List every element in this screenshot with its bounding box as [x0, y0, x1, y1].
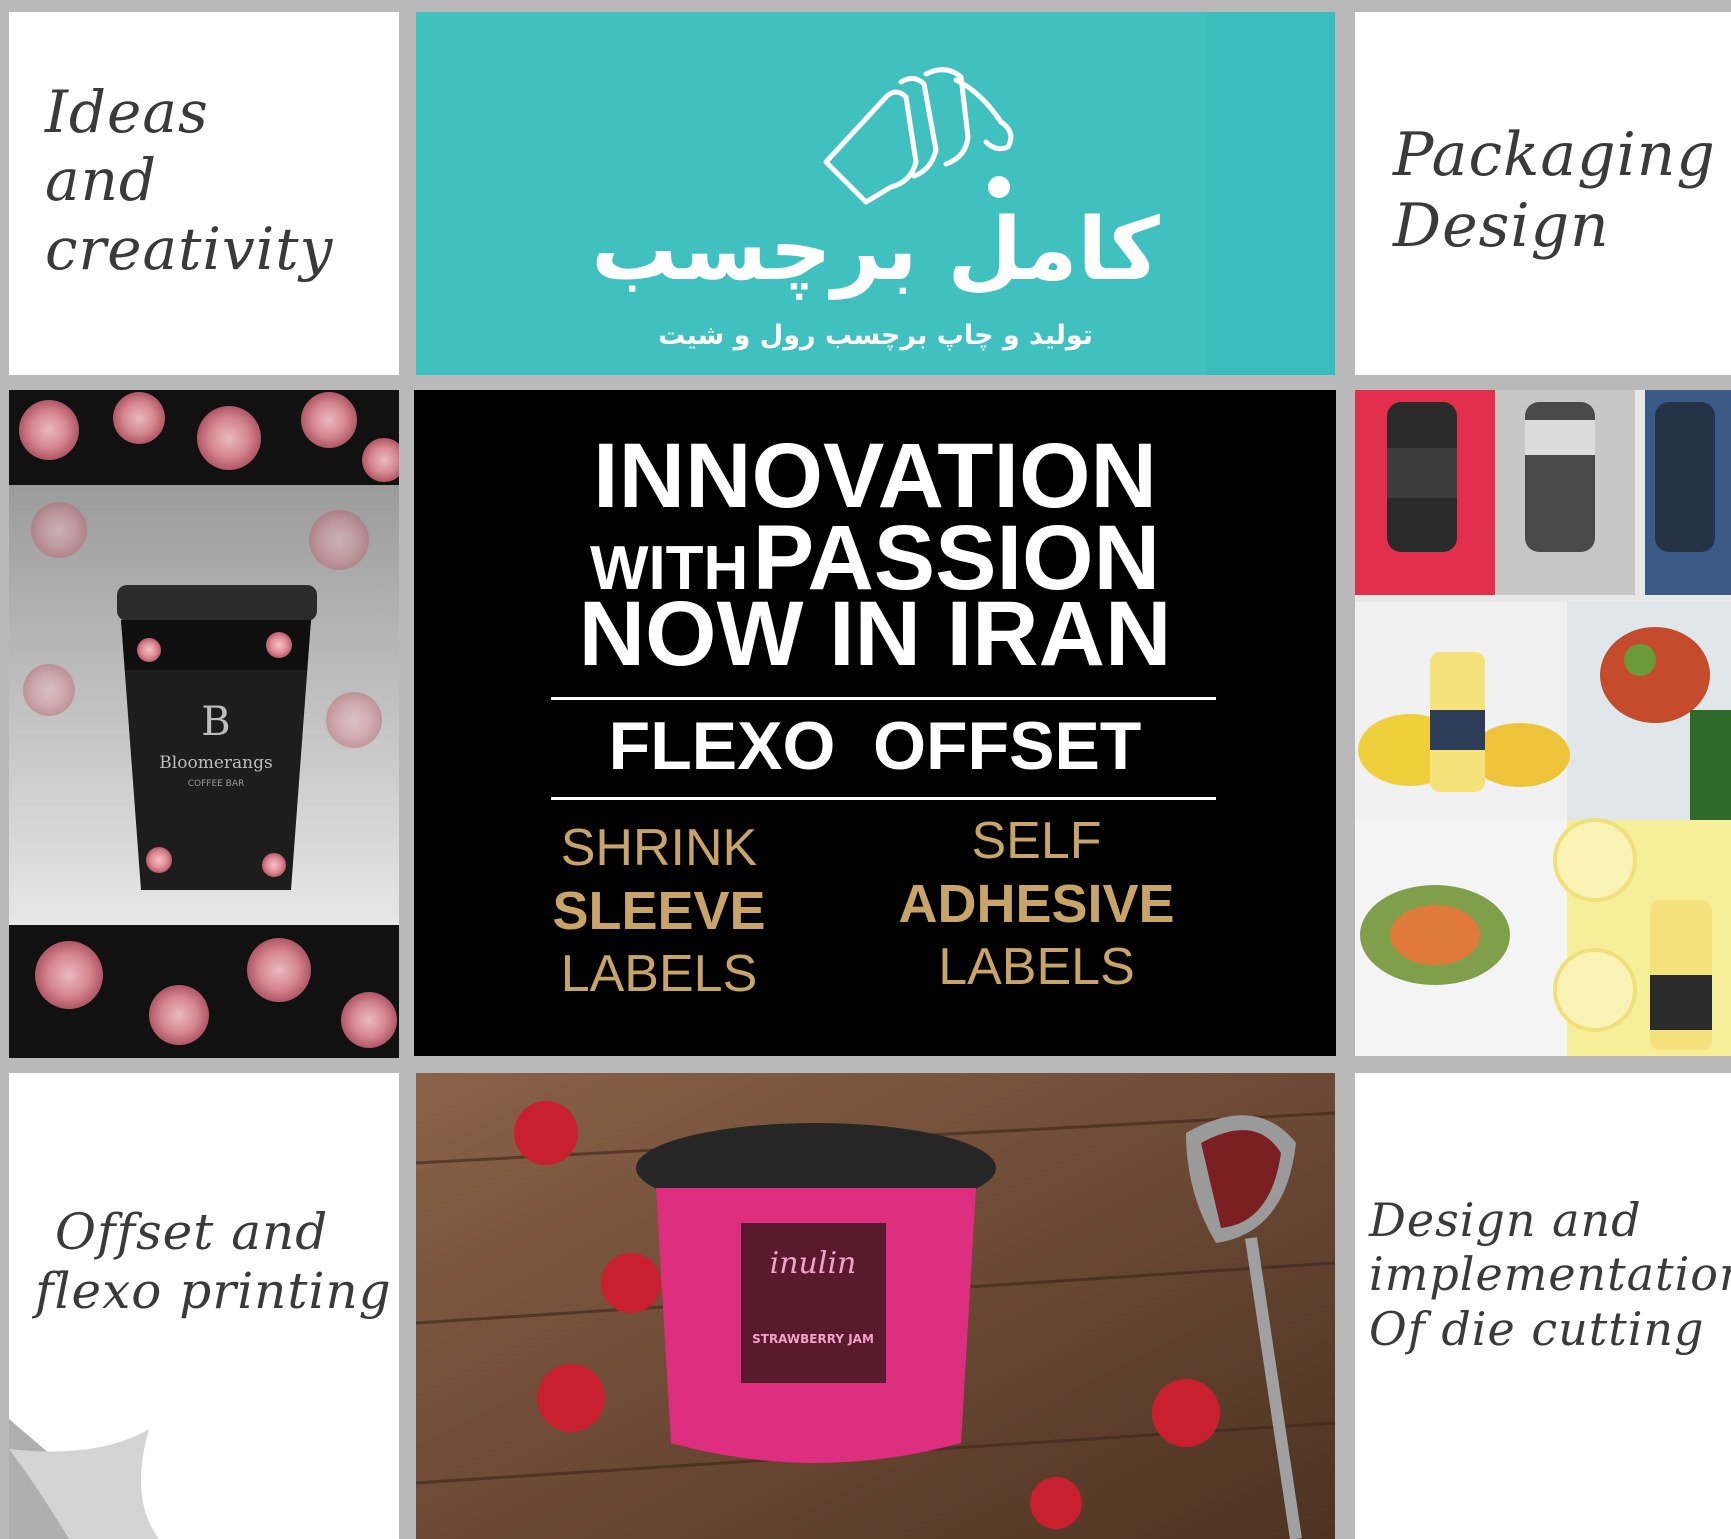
- brand-tagline: تولید و چاپ برچسب رول و شیت: [658, 320, 1093, 351]
- ideas-tile: Ideas and creativity: [9, 12, 399, 375]
- packaging-tile: Packaging Design: [1355, 12, 1731, 375]
- offset-text: Offset and flexo printing: [35, 1203, 392, 1320]
- headline-panel: INNOVATION WITH PASSION NOW IN IRAN FLEX…: [414, 390, 1336, 1056]
- offset-tile: Offset and flexo printing: [9, 1073, 399, 1539]
- coffee-cup-image: B Bloomerangs COFFEE BAR: [9, 390, 399, 1058]
- die-cutting-text: Design and implementation Of die cutting: [1369, 1193, 1731, 1356]
- jam-jar-image: inulin STRAWBERRY JAM: [416, 1073, 1335, 1539]
- shrink-sleeve-labels: SHRINK SLEEVE LABELS: [552, 819, 766, 1003]
- jar-label: STRAWBERRY JAM: [752, 1332, 874, 1346]
- label-roll-icon: [823, 67, 1014, 205]
- packaging-text: Packaging Design: [1393, 120, 1716, 261]
- page-curl-icon: [9, 1419, 159, 1539]
- ideas-text: Ideas and creativity: [45, 78, 334, 283]
- self-adhesive-labels: SELF ADHESIVE LABELS: [898, 812, 1175, 996]
- die-cutting-tile: Design and implementation Of die cutting: [1355, 1073, 1731, 1539]
- jar-brand: inulin: [770, 1246, 857, 1281]
- brand-name: کامل برچسب: [591, 200, 1160, 300]
- packaging-collage-image: [1355, 390, 1731, 1056]
- coffee-cup-illustration: B Bloomerangs COFFEE BAR: [9, 390, 399, 1058]
- divider-bottom: [551, 797, 1216, 800]
- print-methods: FLEXO OFFSET: [608, 708, 1142, 784]
- headline-line3: NOW IN IRAN: [578, 583, 1172, 685]
- cup-logo-mark: B: [201, 699, 230, 745]
- divider-top: [551, 697, 1216, 700]
- cup-brand: Bloomerangs: [159, 753, 272, 773]
- logo-tile: کامل برچسب تولید و چاپ برچسب رول و شیت: [416, 12, 1335, 375]
- cup-sub: COFFEE BAR: [188, 779, 245, 789]
